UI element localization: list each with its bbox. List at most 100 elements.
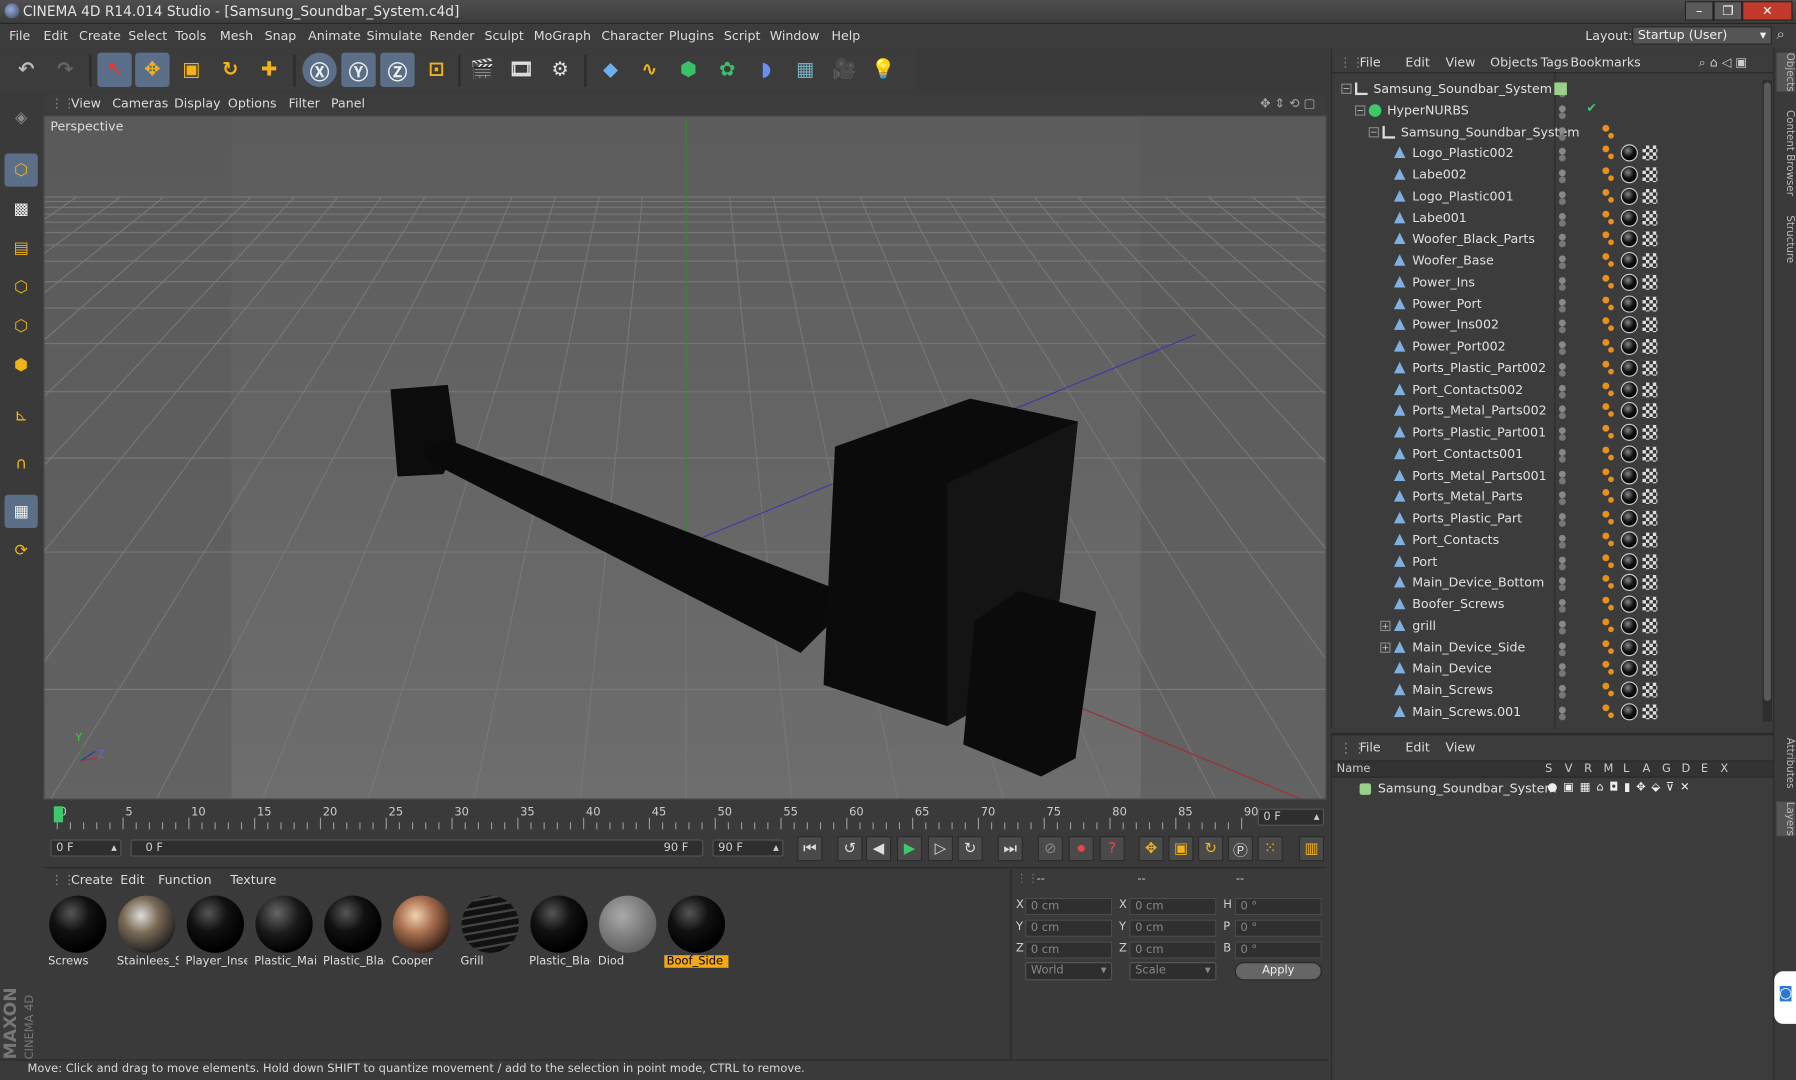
phong-tag-icon[interactable] bbox=[1602, 403, 1610, 411]
render-visibility-dot[interactable] bbox=[1558, 562, 1566, 570]
phong-tag-icon[interactable] bbox=[1608, 389, 1614, 396]
object-name[interactable]: Logo_Plastic002 bbox=[1412, 146, 1513, 161]
render-visibility-dot[interactable] bbox=[1558, 305, 1566, 313]
render-visibility-dot[interactable] bbox=[1558, 197, 1566, 205]
viewport-menu-cameras[interactable]: Cameras bbox=[112, 96, 168, 111]
render-visibility-dot[interactable] bbox=[1558, 670, 1566, 678]
phong-tag-icon[interactable] bbox=[1608, 261, 1614, 267]
tab-content-browser[interactable]: Content Browser bbox=[1777, 110, 1794, 196]
render-visibility-dot[interactable] bbox=[1558, 477, 1566, 484]
object-row[interactable]: + Main_Device_Side bbox=[1332, 637, 1765, 658]
editor-visibility-dot[interactable] bbox=[1558, 276, 1566, 284]
rotation-field[interactable]: 0 ° bbox=[1234, 897, 1322, 916]
tab-layers[interactable]: Layers bbox=[1776, 801, 1795, 836]
object-menu-view[interactable]: View bbox=[1445, 55, 1475, 70]
expand-toggle-icon[interactable]: − bbox=[1355, 105, 1366, 116]
object-name[interactable]: grill bbox=[1412, 618, 1436, 633]
object-name[interactable]: Port_Contacts002 bbox=[1412, 382, 1523, 397]
key-param-icon[interactable]: Ⓟ bbox=[1227, 836, 1254, 862]
make-editable-icon[interactable]: ◈ bbox=[5, 101, 38, 134]
render-visibility-dot[interactable] bbox=[1558, 391, 1566, 398]
object-name[interactable]: Power_Ins002 bbox=[1412, 318, 1499, 333]
layer-flag-icons[interactable]: ●▣▦⌂◘▮✥⬙⊽✕ bbox=[1547, 781, 1695, 794]
material-swatch[interactable]: Diod bbox=[596, 893, 660, 971]
layer-column-r[interactable]: R bbox=[1584, 763, 1592, 776]
object-row[interactable]: Main_Device bbox=[1332, 659, 1765, 680]
menu-mesh[interactable]: Mesh bbox=[220, 29, 253, 44]
polygons-mode-icon[interactable]: ⬢ bbox=[5, 348, 38, 381]
object-row[interactable]: − Samsung_Soundbar_System bbox=[1332, 122, 1765, 143]
phong-tag-icon[interactable] bbox=[1602, 510, 1610, 518]
material-tag-icon[interactable] bbox=[1620, 144, 1638, 162]
object-row[interactable]: Port_Contacts002 bbox=[1332, 380, 1765, 401]
editor-visibility-dot[interactable] bbox=[1558, 577, 1566, 585]
object-name[interactable]: Ports_Metal_Parts002 bbox=[1412, 403, 1546, 418]
editor-visibility-dot[interactable] bbox=[1558, 405, 1566, 413]
workplane-lock-icon[interactable]: ▦ bbox=[4, 494, 38, 528]
render-visibility-dot[interactable] bbox=[1558, 240, 1566, 248]
render-visibility-dot[interactable] bbox=[1558, 434, 1566, 441]
maximize-button[interactable]: ❐ bbox=[1713, 1, 1743, 21]
object-row[interactable]: Ports_Metal_Parts bbox=[1332, 487, 1765, 508]
material-tag-icon[interactable] bbox=[1620, 273, 1638, 291]
end-frame-field[interactable]: 90 F ▴ bbox=[712, 839, 784, 857]
render-picture-viewer-icon[interactable]: 🎞 bbox=[504, 53, 538, 87]
phong-tag-icon[interactable] bbox=[1608, 239, 1614, 246]
texture-tag-icon[interactable] bbox=[1642, 575, 1658, 591]
expand-toggle-icon[interactable]: + bbox=[1380, 641, 1391, 653]
material-tag-icon[interactable] bbox=[1620, 380, 1638, 398]
material-swatch[interactable]: Cooper bbox=[389, 893, 453, 971]
phong-tag-icon[interactable] bbox=[1602, 682, 1610, 690]
texture-tag-icon[interactable] bbox=[1642, 296, 1658, 311]
render-visibility-dot[interactable] bbox=[1558, 283, 1566, 291]
material-swatch[interactable]: Stainlees_S bbox=[115, 893, 179, 971]
record-keys-icon[interactable]: ⊘ bbox=[1037, 836, 1063, 862]
editor-visibility-dot[interactable] bbox=[1558, 190, 1566, 198]
render-visibility-dot[interactable] bbox=[1558, 262, 1566, 270]
material-swatch[interactable]: Plastic_Mai bbox=[252, 893, 316, 971]
points-mode-icon[interactable]: ⬡ bbox=[5, 270, 38, 303]
object-row[interactable]: Logo_Plastic002 bbox=[1332, 143, 1765, 164]
layer-column-v[interactable]: V bbox=[1565, 763, 1573, 776]
layer-column-m[interactable]: M bbox=[1604, 763, 1614, 776]
layer-color-tag[interactable] bbox=[1554, 82, 1567, 96]
3d-viewport[interactable]: Y Z Perspective bbox=[43, 115, 1327, 800]
layer-column-l[interactable]: L bbox=[1623, 763, 1629, 776]
playhead[interactable] bbox=[53, 806, 63, 823]
material-swatch[interactable]: Plastic_Blac bbox=[321, 893, 385, 971]
size-field[interactable]: 0 cm bbox=[1129, 941, 1217, 959]
phong-tag-icon[interactable] bbox=[1602, 467, 1610, 475]
menu-select[interactable]: Select bbox=[128, 29, 167, 44]
editor-visibility-dot[interactable] bbox=[1558, 384, 1566, 392]
layer-name[interactable]: Samsung_Soundbar_System bbox=[1378, 781, 1557, 796]
object-name[interactable]: Power_Port bbox=[1412, 296, 1481, 311]
material-swatch[interactable]: Plastic_Blac bbox=[527, 893, 591, 971]
size-field[interactable]: 0 cm bbox=[1129, 919, 1217, 937]
material-menu-create[interactable]: Create bbox=[71, 873, 113, 888]
menu-sculpt[interactable]: Sculpt bbox=[485, 29, 524, 44]
phong-tag-icon[interactable] bbox=[1608, 304, 1614, 310]
phong-tag-icon[interactable] bbox=[1608, 497, 1614, 504]
editor-visibility-dot[interactable] bbox=[1558, 148, 1566, 155]
phong-tag-icon[interactable] bbox=[1608, 411, 1614, 418]
phong-tag-icon[interactable] bbox=[1608, 604, 1614, 611]
phong-tag-icon[interactable] bbox=[1602, 188, 1610, 196]
phong-tag-icon[interactable] bbox=[1602, 489, 1610, 497]
object-row[interactable]: Port_Contacts bbox=[1332, 530, 1765, 551]
object-name[interactable]: Samsung_Soundbar_System bbox=[1373, 81, 1552, 96]
object-name[interactable]: Labe002 bbox=[1412, 167, 1467, 182]
chat-icon[interactable]: ◙ bbox=[1774, 971, 1796, 1024]
object-name[interactable]: Port bbox=[1412, 554, 1437, 569]
close-button[interactable]: ✕ bbox=[1742, 1, 1793, 21]
object-row[interactable]: Power_Ins bbox=[1332, 272, 1765, 293]
scale-icon[interactable]: ▣ bbox=[174, 53, 208, 87]
cube-primitive-icon[interactable]: ◆ bbox=[593, 53, 627, 87]
phong-tag-icon[interactable] bbox=[1608, 347, 1614, 353]
texture-tag-icon[interactable] bbox=[1642, 661, 1658, 677]
material-tag-icon[interactable] bbox=[1620, 681, 1638, 699]
material-tag-icon[interactable] bbox=[1620, 617, 1638, 635]
layer-column-d[interactable]: D bbox=[1681, 763, 1690, 776]
phong-tag-icon[interactable] bbox=[1608, 475, 1614, 482]
phong-tag-icon[interactable] bbox=[1602, 124, 1610, 132]
menu-file[interactable]: File bbox=[9, 29, 30, 44]
